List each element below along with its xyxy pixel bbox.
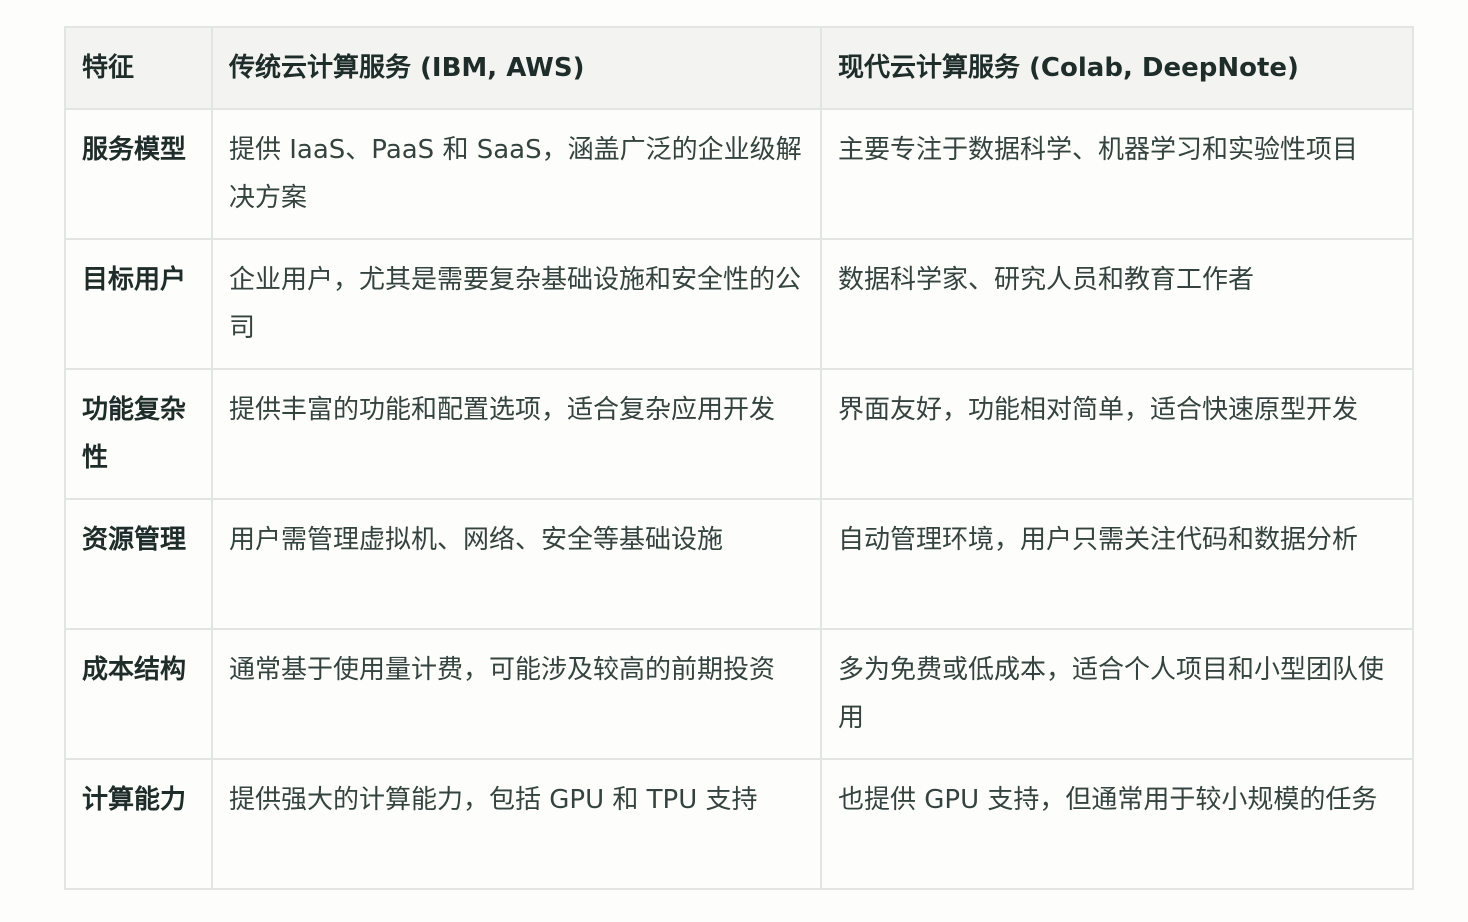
row-traditional-cell: 提供 IaaS、PaaS 和 SaaS，涵盖广泛的企业级解决方案 bbox=[211, 108, 822, 240]
table-row: 资源管理 用户需管理虚拟机、网络、安全等基础设施 自动管理环境，用户只需关注代码… bbox=[64, 498, 1414, 630]
row-modern-cell: 也提供 GPU 支持，但通常用于较小规模的任务 bbox=[820, 758, 1414, 890]
table-row: 计算能力 提供强大的计算能力，包括 GPU 和 TPU 支持 也提供 GPU 支… bbox=[64, 758, 1414, 890]
comparison-table-container: 特征 传统云计算服务 (IBM, AWS) 现代云计算服务 (Colab, De… bbox=[64, 26, 1414, 890]
row-modern-cell: 自动管理环境，用户只需关注代码和数据分析 bbox=[820, 498, 1414, 630]
row-modern-cell: 数据科学家、研究人员和教育工作者 bbox=[820, 238, 1414, 370]
table-body: 服务模型 提供 IaaS、PaaS 和 SaaS，涵盖广泛的企业级解决方案 主要… bbox=[64, 108, 1414, 890]
row-feature-cell: 成本结构 bbox=[64, 628, 213, 760]
row-traditional-cell: 企业用户，尤其是需要复杂基础设施和安全性的公司 bbox=[211, 238, 822, 370]
row-modern-cell: 多为免费或低成本，适合个人项目和小型团队使用 bbox=[820, 628, 1414, 760]
table-row: 功能复杂性 提供丰富的功能和配置选项，适合复杂应用开发 界面友好，功能相对简单，… bbox=[64, 368, 1414, 500]
table-row: 成本结构 通常基于使用量计费，可能涉及较高的前期投资 多为免费或低成本，适合个人… bbox=[64, 628, 1414, 760]
row-traditional-cell: 提供丰富的功能和配置选项，适合复杂应用开发 bbox=[211, 368, 822, 500]
row-feature-cell: 目标用户 bbox=[64, 238, 213, 370]
table-row: 目标用户 企业用户，尤其是需要复杂基础设施和安全性的公司 数据科学家、研究人员和… bbox=[64, 238, 1414, 370]
comparison-table: 特征 传统云计算服务 (IBM, AWS) 现代云计算服务 (Colab, De… bbox=[64, 26, 1414, 890]
header-row: 特征 传统云计算服务 (IBM, AWS) 现代云计算服务 (Colab, De… bbox=[64, 26, 1414, 110]
row-traditional-cell: 提供强大的计算能力，包括 GPU 和 TPU 支持 bbox=[211, 758, 822, 890]
row-traditional-cell: 通常基于使用量计费，可能涉及较高的前期投资 bbox=[211, 628, 822, 760]
header-feature: 特征 bbox=[64, 26, 213, 110]
header-modern-cloud: 现代云计算服务 (Colab, DeepNote) bbox=[820, 26, 1414, 110]
row-modern-cell: 主要专注于数据科学、机器学习和实验性项目 bbox=[820, 108, 1414, 240]
header-traditional-cloud: 传统云计算服务 (IBM, AWS) bbox=[211, 26, 822, 110]
row-feature-cell: 资源管理 bbox=[64, 498, 213, 630]
row-feature-cell: 功能复杂性 bbox=[64, 368, 213, 500]
table-header: 特征 传统云计算服务 (IBM, AWS) 现代云计算服务 (Colab, De… bbox=[64, 26, 1414, 110]
table-row: 服务模型 提供 IaaS、PaaS 和 SaaS，涵盖广泛的企业级解决方案 主要… bbox=[64, 108, 1414, 240]
row-feature-cell: 计算能力 bbox=[64, 758, 213, 890]
row-modern-cell: 界面友好，功能相对简单，适合快速原型开发 bbox=[820, 368, 1414, 500]
row-feature-cell: 服务模型 bbox=[64, 108, 213, 240]
row-traditional-cell: 用户需管理虚拟机、网络、安全等基础设施 bbox=[211, 498, 822, 630]
